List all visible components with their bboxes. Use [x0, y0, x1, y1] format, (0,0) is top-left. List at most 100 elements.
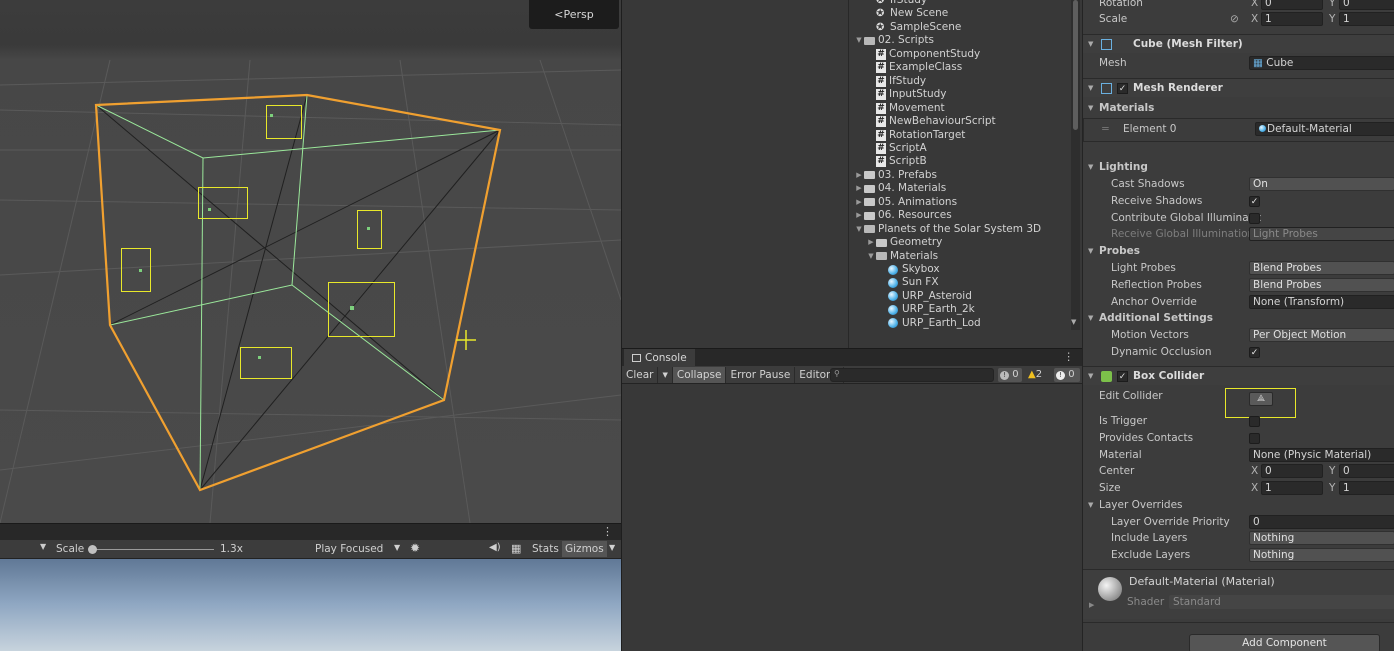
scale-slider-thumb[interactable] — [88, 545, 97, 554]
play-focused-chevron-icon[interactable]: ▼ — [394, 543, 400, 552]
project-tree-item[interactable]: # ScriptA — [866, 142, 927, 155]
collapsed-chevron-icon[interactable]: ▶ — [854, 209, 864, 222]
materials-header[interactable]: ▼ Materials — [1083, 100, 1394, 117]
project-tree-item[interactable]: # RotationTarget — [866, 129, 965, 142]
project-tree-item[interactable]: ✪ IfStudy — [866, 0, 927, 7]
project-tree-item[interactable]: ▼ 02. Scripts — [854, 34, 934, 47]
collapsed-chevron-icon[interactable]: ▶ — [866, 236, 876, 249]
clear-dropdown-icon[interactable]: ▼ — [658, 366, 673, 383]
mesh-renderer-fold-icon[interactable]: ▼ — [1088, 79, 1093, 98]
rotation-y-field[interactable]: 0 — [1339, 0, 1394, 10]
box-collider-fold-icon[interactable]: ▼ — [1088, 367, 1093, 386]
expanded-chevron-icon[interactable]: ▼ — [866, 250, 876, 263]
additional-fold-icon[interactable]: ▼ — [1088, 310, 1093, 327]
play-focused-dropdown[interactable]: Play Focused — [315, 543, 383, 555]
console-log[interactable] — [622, 384, 1082, 651]
console-more-icon[interactable]: ⋮ — [1064, 351, 1075, 363]
probes-header[interactable]: ▼ Probes — [1083, 243, 1394, 260]
include-layers-dropdown[interactable]: Nothing — [1249, 531, 1394, 545]
physic-material-field[interactable]: None (Physic Material) — [1249, 448, 1394, 462]
collapsed-chevron-icon[interactable]: ▶ — [854, 182, 864, 195]
project-scroll-thumb[interactable] — [1073, 0, 1078, 130]
project-tree-item[interactable]: ✪ SampleScene — [866, 21, 961, 34]
project-tree-item[interactable]: Skybox — [878, 263, 940, 276]
anchor-override-field[interactable]: None (Transform) — [1249, 295, 1394, 309]
scene-canvas[interactable] — [0, 0, 621, 523]
reflection-probes-dropdown[interactable]: Blend Probes — [1249, 278, 1394, 292]
box-collider-header[interactable]: ▼ ✓ Box Collider — [1083, 366, 1394, 385]
scene-view[interactable]: <Persp — [0, 0, 621, 523]
project-tree-item[interactable]: ▶ 05. Animations — [854, 196, 957, 209]
gizmos-chevron-icon[interactable]: ▼ — [609, 543, 615, 552]
warning-count-toggle[interactable]: ▲2 — [1026, 368, 1050, 382]
project-tree-item[interactable]: # IfStudy — [866, 75, 926, 88]
size-x-field[interactable]: 1 — [1261, 481, 1323, 495]
lighting-fold-icon[interactable]: ▼ — [1088, 159, 1093, 176]
collapsed-chevron-icon[interactable]: ▶ — [854, 169, 864, 182]
drag-handle-icon[interactable]: = — [1101, 121, 1110, 138]
clear-button[interactable]: Clear — [622, 366, 659, 383]
probes-fold-icon[interactable]: ▼ — [1088, 243, 1093, 260]
bug-icon[interactable]: ✹ — [410, 541, 420, 555]
project-tree-item[interactable]: ▼ Planets of the Solar System 3D — [854, 223, 1041, 236]
expanded-chevron-icon[interactable]: ▼ — [854, 223, 864, 236]
scale-x-field[interactable]: 1 — [1261, 12, 1323, 26]
project-tree-item[interactable]: ✪ New Scene — [866, 7, 948, 20]
center-x-field[interactable]: 0 — [1261, 464, 1323, 478]
materials-fold-icon[interactable]: ▼ — [1088, 100, 1093, 117]
console-search-input[interactable]: ⚲ — [830, 368, 994, 382]
project-tree-item[interactable]: URP_Earth_Lod — [878, 317, 981, 330]
dynamic-occlusion-checkbox[interactable]: ✓ — [1249, 347, 1260, 358]
size-y-field[interactable]: 1 — [1339, 481, 1394, 495]
scale-y-field[interactable]: 1 — [1339, 12, 1394, 26]
lighting-header[interactable]: ▼ Lighting — [1083, 159, 1394, 176]
motion-vectors-dropdown[interactable]: Per Object Motion — [1249, 328, 1394, 342]
project-tree-item[interactable]: # InputStudy — [866, 88, 947, 101]
project-tree-item[interactable]: ▶ 06. Resources — [854, 209, 951, 222]
project-tree-item[interactable]: # Movement — [866, 102, 945, 115]
rotation-x-field[interactable]: 0 — [1261, 0, 1323, 10]
is-trigger-checkbox[interactable] — [1249, 416, 1260, 427]
project-tree-item[interactable]: # ExampleClass — [866, 61, 962, 74]
layer-overrides-fold-icon[interactable]: ▼ — [1088, 497, 1093, 514]
additional-settings-header[interactable]: ▼ Additional Settings — [1083, 310, 1394, 327]
gizmos-button[interactable]: Gizmos — [562, 541, 607, 557]
audio-icon[interactable]: ◀) — [489, 542, 501, 553]
game-view[interactable] — [0, 559, 621, 651]
project-tree-item[interactable]: ▼ Materials — [866, 250, 938, 263]
project-tree-item[interactable]: ▶ 04. Materials — [854, 182, 946, 195]
persp-toggle[interactable]: <Persp — [529, 0, 619, 29]
collapse-button[interactable]: Collapse — [672, 366, 727, 383]
error-count-toggle[interactable]: ! 0 — [1054, 368, 1080, 382]
exclude-layers-dropdown[interactable]: Nothing — [1249, 548, 1394, 562]
light-probes-dropdown[interactable]: Blend Probes — [1249, 261, 1394, 275]
layer-overrides-header[interactable]: ▼ Layer Overrides — [1083, 497, 1394, 514]
stats-button[interactable]: Stats — [532, 543, 559, 555]
info-count-toggle[interactable]: ! 0 — [998, 368, 1022, 382]
cast-shadows-dropdown[interactable]: On — [1249, 177, 1394, 191]
contribute-gi-checkbox[interactable] — [1249, 213, 1260, 224]
scale-slider-track[interactable] — [90, 549, 214, 550]
element0-field[interactable]: Default-Material — [1255, 122, 1394, 136]
layer-priority-field[interactable]: 0 — [1249, 515, 1394, 529]
mesh-filter-header[interactable]: ▼ Cube (Mesh Filter) — [1083, 34, 1394, 53]
keyboard-icon[interactable]: ▦ — [511, 542, 521, 555]
project-tree-item[interactable]: # NewBehaviourScript — [866, 115, 996, 128]
error-pause-button[interactable]: Error Pause — [726, 366, 796, 383]
project-tree-item[interactable]: Sun FX — [878, 276, 939, 289]
collapsed-chevron-icon[interactable]: ▶ — [854, 196, 864, 209]
tab-console[interactable]: Console — [624, 349, 695, 367]
receive-shadows-checkbox[interactable]: ✓ — [1249, 196, 1260, 207]
project-tree-item[interactable]: URP_Earth_2k — [878, 303, 975, 316]
unlink-icon[interactable]: ⊘ — [1230, 11, 1239, 28]
project-tree-item[interactable]: # ScriptB — [866, 155, 927, 168]
provides-contacts-checkbox[interactable] — [1249, 433, 1260, 444]
mesh-renderer-header[interactable]: ▼ ✓ Mesh Renderer — [1083, 78, 1394, 97]
center-y-field[interactable]: 0 — [1339, 464, 1394, 478]
project-tree-item[interactable]: URP_Asteroid — [878, 290, 972, 303]
box-collider-enabled-checkbox[interactable]: ✓ — [1117, 371, 1128, 382]
project-tree-item[interactable]: ▶ 03. Prefabs — [854, 169, 937, 182]
material-fold-icon[interactable]: ▶ — [1089, 601, 1094, 609]
mesh-renderer-enabled-checkbox[interactable]: ✓ — [1117, 83, 1128, 94]
display-dropdown-icon[interactable]: ▼ — [40, 542, 46, 551]
